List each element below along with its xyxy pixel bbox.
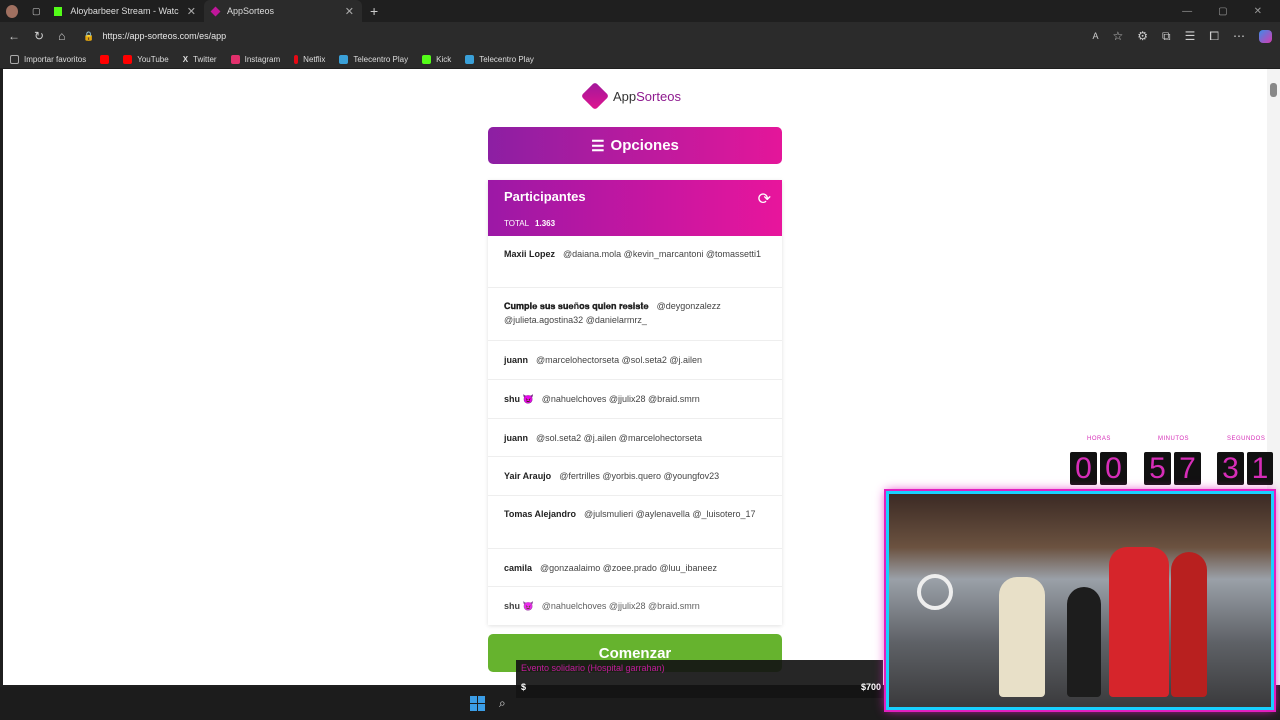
participants-header: Participantes ⟳ TOTAL 1.363 — [488, 180, 782, 236]
favorite-star-icon[interactable]: ☆ — [1113, 29, 1124, 43]
tab-appsorteos[interactable]: AppSorteos ✕ — [204, 0, 362, 22]
kick-favicon-icon — [54, 6, 63, 16]
timer-digit: 0 — [1100, 452, 1127, 485]
bookmark-twitter[interactable]: X Twitter — [183, 55, 217, 64]
browser-tab-bar: ▢ Aloybarbeer Stream - Watch Live ✕ AppS… — [0, 0, 1280, 22]
donation-amount: $700 — [860, 682, 881, 692]
appsorteos-logo[interactable]: AppSorteos — [580, 81, 681, 111]
participants-panel: Participantes ⟳ TOTAL 1.363 Maxii Lopez @d… — [488, 180, 782, 625]
seconds-label: SEGUNDOS — [1227, 436, 1266, 442]
options-label: Opciones — [610, 137, 679, 154]
checklist-icon: ☰ — [591, 137, 605, 155]
bookmark-telecentro-2[interactable]: Telecentro Play — [465, 54, 534, 64]
ring-light — [917, 574, 953, 610]
webcam-overlay — [886, 491, 1274, 710]
more-menu-icon[interactable]: ⋯ — [1233, 29, 1245, 43]
close-tab-icon[interactable]: ✕ — [187, 5, 196, 18]
telecentro-icon — [339, 54, 349, 64]
person-figure — [1109, 547, 1169, 697]
kick-icon — [422, 54, 432, 64]
address-bar: ← ↻ ⌂ 🔒 https://app-sorteos.com/es/app A… — [0, 22, 1280, 50]
timer-digit: 3 — [1217, 452, 1244, 485]
scrollbar-thumb[interactable] — [1270, 83, 1277, 97]
extensions-icon[interactable]: ⚙ — [1137, 29, 1148, 43]
participant-row: juann @sol.seta2 @j.ailen @marcelohectors… — [488, 419, 782, 457]
timer-digit: 0 — [1070, 452, 1097, 485]
close-tab-icon[interactable]: ✕ — [345, 5, 354, 18]
participant-row: Yair Araujo @fertrilles @yorbis.quero @yo… — [488, 457, 782, 496]
participant-row: shu 😈 @nahuelchoves @jjulix28 @braid.smrn — [488, 380, 782, 419]
folder-icon — [10, 54, 19, 64]
bookmark-telecentro-1[interactable]: Telecentro Play — [339, 54, 408, 64]
bookmark-kick[interactable]: Kick — [422, 54, 451, 64]
new-tab-button[interactable]: + — [362, 0, 386, 22]
person-figure — [1067, 587, 1101, 697]
minimize-icon[interactable]: — — [1182, 6, 1192, 17]
url-text: https://app-sorteos.com/es/app — [102, 31, 227, 41]
telecentro-icon — [465, 54, 475, 64]
logo-text: AppSorteos — [613, 88, 681, 104]
maximize-icon[interactable]: ▢ — [1218, 6, 1227, 17]
lock-icon: 🔒 — [83, 30, 95, 41]
bookmark-netflix[interactable]: Netflix — [294, 54, 325, 64]
x-icon: X — [182, 54, 189, 64]
tab-appsorteos-title: AppSorteos — [227, 6, 275, 16]
countdown-timer: HORAS MINUTOS SEGUNDOS 0 0 5 7 3 1 — [1068, 436, 1280, 488]
close-window-icon[interactable]: ✕ — [1254, 6, 1262, 17]
youtube-icon — [100, 54, 110, 64]
url-field[interactable]: 🔒 https://app-sorteos.com/es/app — [79, 26, 1078, 46]
participant-row: shu 😈 @nahuelchoves @jjulix28 @braid.smrn — [488, 587, 782, 625]
donation-title: Evento solidario (Hospital garrahan) — [521, 663, 665, 673]
profile-avatar[interactable] — [0, 0, 24, 22]
favorites-icon[interactable]: ☰ — [1185, 29, 1196, 43]
bookmark-import[interactable]: Importar favoritos — [10, 54, 86, 64]
timer-digit: 7 — [1174, 452, 1201, 485]
minutes-label: MINUTOS — [1158, 436, 1190, 442]
refresh-icon[interactable]: ⟳ — [758, 189, 771, 209]
total-count: 1.363 — [535, 219, 556, 228]
participant-row: Maxii Lopez @daiana.mola @kevin_marcanton… — [488, 236, 782, 288]
participant-row: 𝐂𝐮𝐦𝐩𝐥𝐞 𝐬𝐮𝐬 𝐬𝐮𝐞ñ𝐨𝐬 𝐪𝐮𝐢𝐞𝐧 𝐫𝐞𝐬𝐢𝐬𝐭𝐞 @deygonza… — [488, 288, 782, 341]
bookmark-youtube-1[interactable] — [100, 54, 110, 64]
instagram-icon — [230, 54, 240, 64]
participant-row: Tomas Alejandro @julsmulieri @aylenavella… — [488, 496, 782, 549]
youtube-icon — [123, 54, 133, 64]
split-screen-icon[interactable]: ⧉ — [1162, 29, 1171, 44]
timer-digit: 1 — [1247, 452, 1273, 485]
back-icon[interactable]: ← — [8, 29, 20, 43]
tab-actions-icon[interactable]: ▢ — [24, 0, 46, 22]
hours-label: HORAS — [1087, 436, 1111, 442]
person-figure — [1171, 552, 1207, 697]
netflix-icon — [294, 54, 299, 64]
home-icon[interactable]: ⌂ — [58, 29, 65, 43]
participant-row: camila @gonzaalaimo @zoee.prado @luu_iban… — [488, 549, 782, 587]
bookmarks-bar: Importar favoritos YouTube X Twitter Inst… — [0, 50, 1280, 68]
reload-icon[interactable]: ↻ — [34, 29, 44, 43]
participants-title: Participantes — [504, 189, 586, 204]
person-figure — [999, 577, 1045, 697]
search-icon[interactable]: ⌕ — [499, 696, 506, 711]
copilot-icon[interactable] — [1259, 29, 1272, 43]
timer-digit: 5 — [1144, 452, 1171, 485]
bookmark-instagram[interactable]: Instagram — [230, 54, 280, 64]
collections-icon[interactable]: ⧠ — [1209, 29, 1219, 44]
options-button[interactable]: ☰ Opciones — [488, 127, 782, 164]
donation-currency: $ — [521, 682, 527, 692]
tab-stream[interactable]: Aloybarbeer Stream - Watch Live ✕ — [46, 0, 204, 22]
participant-row: juann @marcelohectorseta @sol.seta2 @j.ai… — [488, 341, 782, 380]
read-aloud-icon[interactable]: A — [1093, 31, 1099, 41]
windows-start-icon[interactable] — [470, 696, 485, 711]
logo-icon — [580, 81, 610, 111]
bookmark-youtube[interactable]: YouTube — [123, 54, 169, 64]
participants-total: TOTAL 1.363 — [504, 219, 556, 228]
donation-overlay: Evento solidario (Hospital garrahan) $ $… — [516, 660, 883, 698]
tab-stream-title: Aloybarbeer Stream - Watch Live — [70, 6, 179, 16]
appsorteos-favicon-icon — [210, 6, 221, 16]
